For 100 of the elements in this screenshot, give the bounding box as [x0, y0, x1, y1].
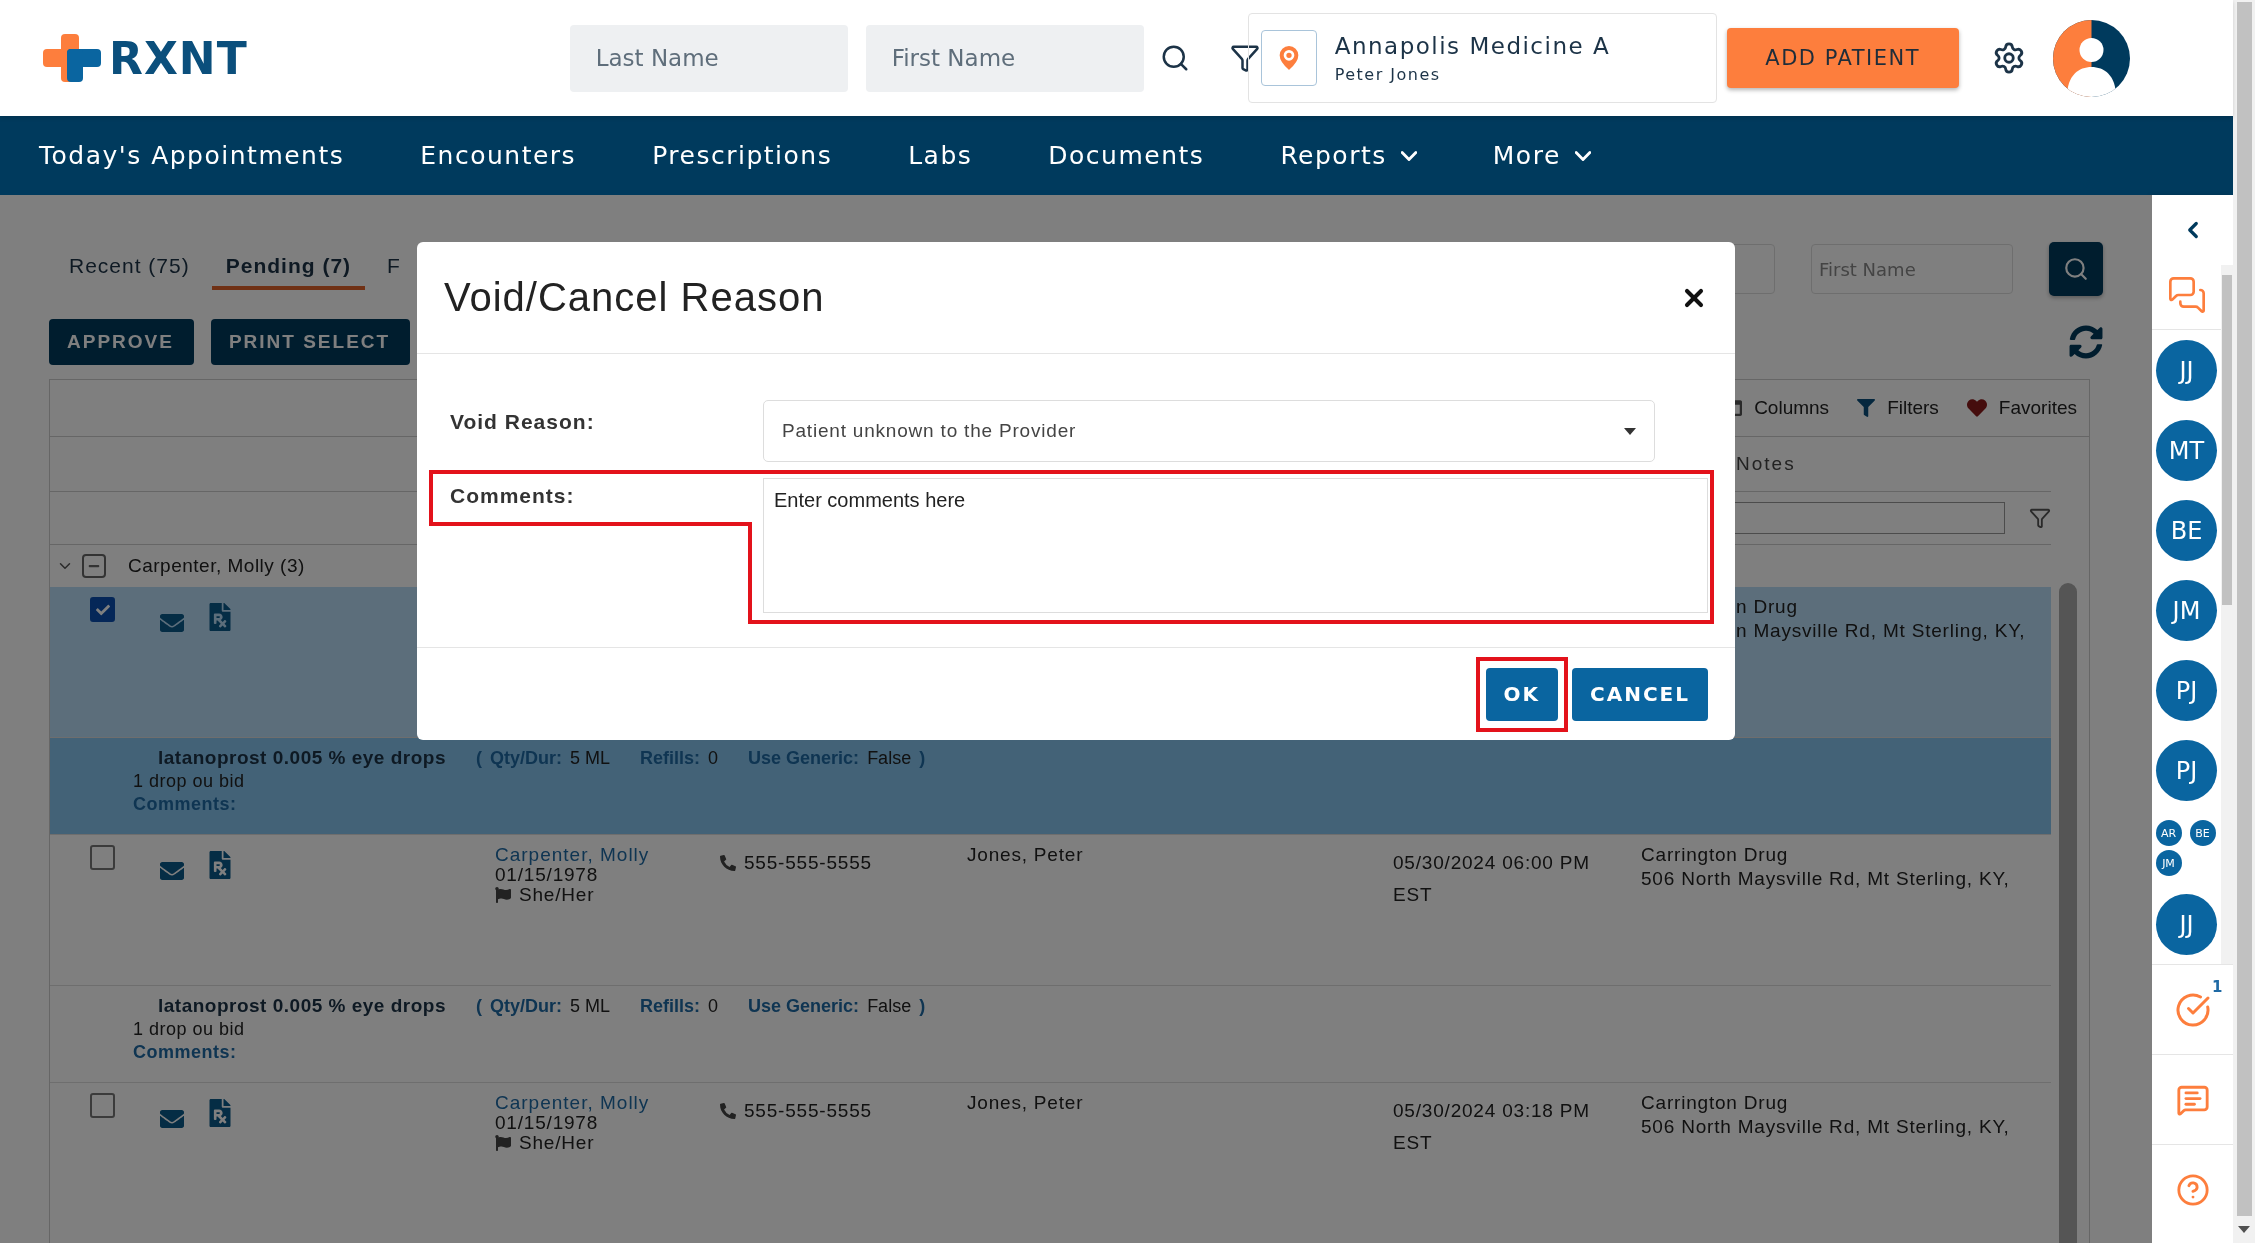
patient-link[interactable]: Carpenter, Molly [495, 1093, 720, 1113]
column-header[interactable]: Notes [1736, 453, 1796, 475]
location-name: Annapolis Medicine A [1334, 32, 1611, 59]
action-button[interactable]: APPROVE [49, 319, 194, 365]
date-text: 05/30/2024 06:00 PM [1393, 853, 1591, 873]
dob-text: 01/15/1978 [495, 1113, 600, 1133]
toolbar-item[interactable]: Filters [1857, 397, 1939, 419]
envelope-icon[interactable] [160, 611, 184, 635]
nav-item[interactable]: More [1492, 141, 1591, 170]
detail-text: Qty/Dur: 5 ML [490, 996, 611, 1017]
logo-icon [43, 34, 101, 82]
search-button[interactable] [2049, 242, 2103, 296]
scroll-down-icon[interactable] [2238, 1226, 2250, 1233]
pronouns-text: She/Her [519, 885, 595, 905]
dialog-button[interactable]: OK [1485, 667, 1558, 721]
sig-text: 1 drop ou bid [133, 1019, 246, 1040]
paren-text: ) [919, 748, 926, 769]
row-checkbox[interactable] [90, 845, 115, 870]
prescriber-text: Jones, Peter [967, 1093, 1085, 1113]
row-checkbox[interactable] [90, 1093, 115, 1118]
scrollbar-thumb[interactable] [2059, 583, 2077, 1243]
user-initials-avatar[interactable]: PJ [2156, 660, 2217, 721]
last-name-field[interactable]: Last Name [569, 24, 848, 92]
action-button[interactable]: PRINT SELECT [210, 319, 411, 365]
prescriber-text: Jones, Peter [967, 845, 1085, 865]
sig-text: 1 drop ou bid [133, 771, 246, 792]
filter-icon [1857, 399, 1876, 417]
void-reason-select[interactable]: Patient unknown to the Provider [763, 400, 1655, 462]
user-name: Peter Jones [1334, 64, 1442, 84]
nav-item[interactable]: Prescriptions [652, 141, 833, 170]
task-count-text: 1 [2212, 977, 2223, 996]
dob-text: 01/15/1978 [495, 865, 600, 885]
user-initials-avatar[interactable]: JM [2155, 850, 2182, 876]
first-name-search-field[interactable]: First Name [1811, 244, 2013, 294]
nav-item[interactable]: Reports [1280, 141, 1417, 170]
pharmacy-address: 506 North Maysville Rd, Mt Sterling, KY, [1641, 869, 2011, 889]
user-initials-avatar[interactable]: AR [2155, 820, 2182, 846]
dialog-button[interactable]: CANCEL [1572, 667, 1708, 721]
pharmacy-name: Carrington Drug [1641, 845, 1790, 865]
task-check-icon[interactable] [2174, 991, 2211, 1028]
user-initials-avatar[interactable]: JJ [2156, 894, 2217, 955]
comments-field[interactable]: Enter comments here [763, 478, 1708, 613]
scrollbar-thumb[interactable] [2236, 2, 2252, 1216]
phone-text: 555-555-5555 [744, 1101, 872, 1121]
phone-icon [720, 1103, 736, 1119]
user-initials-avatar[interactable]: JJ [2156, 340, 2217, 401]
comments-label: Comments: [450, 483, 576, 509]
drug-name: latanoprost 0.005 % eye drops [158, 747, 446, 769]
user-initials-avatar[interactable]: BE [2156, 500, 2217, 561]
paren-text: ( [476, 996, 482, 1017]
scrollbar-thumb[interactable] [2222, 275, 2232, 605]
pharmacy-address: 506 North Maysville Rd, Mt Sterling, KY, [1641, 1117, 2011, 1137]
detail-text: Use Generic: False [748, 996, 912, 1017]
logo-text: RXNT [109, 32, 248, 84]
timezone-text: EST [1393, 885, 1434, 905]
nav-item[interactable]: Today's Appointments [39, 141, 345, 170]
checkmark-icon [95, 602, 110, 617]
search-icon [2063, 256, 2089, 282]
help-icon[interactable] [2175, 1173, 2210, 1207]
refresh-icon[interactable] [2069, 325, 2103, 359]
date-text: 05/30/2024 03:18 PM [1393, 1101, 1591, 1121]
location-selector[interactable]: Annapolis Medicine A Peter Jones [1247, 13, 1717, 103]
tab[interactable]: F [373, 248, 415, 290]
envelope-icon[interactable] [160, 1107, 184, 1131]
pharmacy-name: n Drug [1736, 597, 1799, 617]
user-initials-avatar[interactable]: MT [2156, 420, 2217, 481]
row-checkbox[interactable] [90, 597, 115, 622]
group-label: Carpenter, Molly (3) [128, 555, 305, 577]
tab[interactable]: Recent (75) [55, 248, 204, 290]
patient-link[interactable]: Carpenter, Molly [495, 845, 720, 865]
phone-text: 555-555-5555 [744, 853, 872, 873]
tab[interactable]: Pending (7) [211, 248, 366, 290]
pharmacy-address: n Maysville Rd, Mt Sterling, KY, [1736, 621, 2027, 641]
pharmacy-name: Carrington Drug [1641, 1093, 1790, 1113]
flag-icon [495, 887, 511, 903]
chat-icon[interactable] [2166, 275, 2207, 315]
user-initials-avatar[interactable]: BE [2189, 820, 2216, 846]
flag-icon [495, 1135, 511, 1151]
heart-icon [1966, 398, 1987, 418]
first-name-field[interactable]: First Name [865, 24, 1144, 92]
add-patient-button[interactable]: ADD PATIENT [1726, 28, 1959, 88]
caret-icon [1624, 427, 1636, 435]
user-initials-avatar[interactable]: JM [2156, 580, 2217, 641]
nav-item[interactable]: Labs [908, 141, 973, 170]
envelope-icon[interactable] [160, 859, 184, 883]
filter-icon[interactable] [1229, 43, 1260, 73]
paren-text: ( [476, 748, 482, 769]
nav-item[interactable]: Documents [1048, 141, 1205, 170]
timezone-text: EST [1393, 1133, 1434, 1153]
pronouns-text: She/Her [519, 1133, 595, 1153]
paren-text: ) [919, 996, 926, 1017]
detail-text: Refills: 0 [640, 996, 719, 1017]
user-initials-avatar[interactable]: PJ [2156, 740, 2217, 801]
drug-name: latanoprost 0.005 % eye drops [158, 995, 446, 1017]
dialog-title: Void/Cancel Reason [444, 275, 825, 320]
nav-item[interactable]: Encounters [420, 141, 577, 170]
collapse-icon[interactable] [82, 554, 106, 578]
void-reason-label: Void Reason: [450, 409, 596, 435]
comments-label: Comments: [133, 1042, 238, 1063]
toolbar-item[interactable]: Favorites [1966, 397, 2077, 419]
